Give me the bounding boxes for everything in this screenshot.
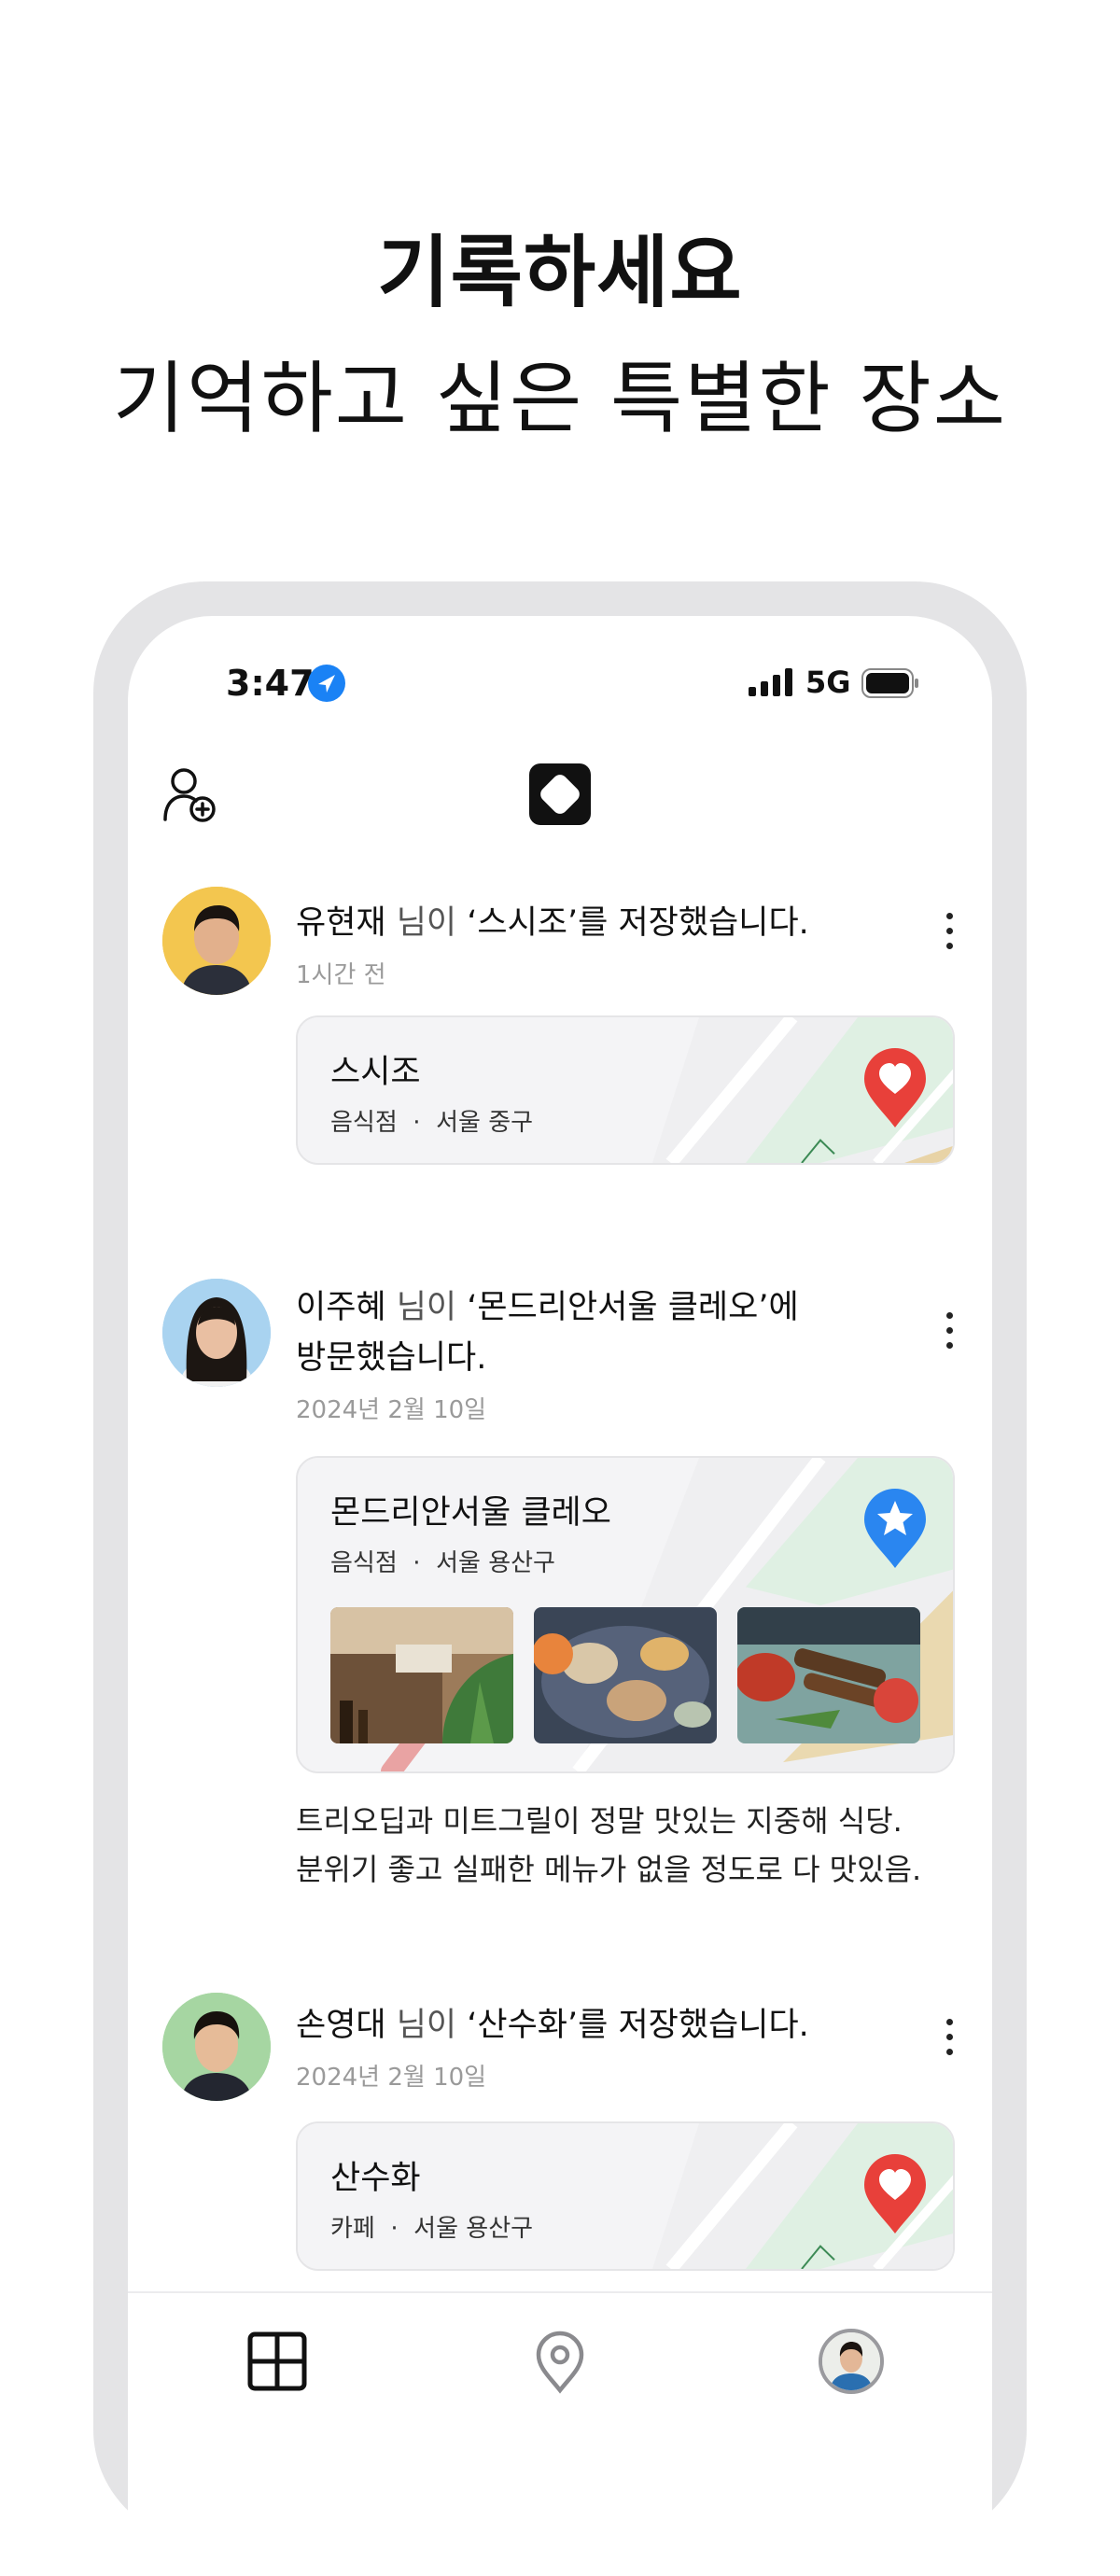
place-name: 몬드리안서울 클레오 (330, 1494, 611, 1532)
feed-grid-icon[interactable] (245, 2329, 310, 2394)
heart-pin-icon (864, 1048, 926, 1127)
battery-icon (861, 668, 918, 698)
signal-icon (749, 668, 792, 696)
add-friend-icon[interactable] (161, 765, 217, 823)
more-options-icon[interactable] (931, 2019, 968, 2075)
seafood-platter-photo[interactable] (534, 1607, 717, 1743)
user-name[interactable]: 손영대 (296, 2007, 386, 2044)
user-name[interactable]: 유현재 (296, 904, 386, 942)
place-link[interactable]: ‘몬드리안서울 클레오’ (467, 1289, 768, 1326)
activity-text: 손영대 님이 ‘산수화’를 저장했습니다. 2024년 2월 10일 (296, 2000, 856, 2093)
network-label: 5G (805, 665, 851, 700)
timestamp: 1시간 전 (296, 961, 386, 989)
activity-text: 유현재 님이 ‘스시조’를 저장했습니다. 1시간 전 (296, 898, 856, 990)
place-meta: 음식점 · 서울 중구 (330, 1109, 534, 1137)
bottom-tab-bar (128, 2291, 992, 2576)
place-card[interactable]: 몬드리안서울 클레오 음식점 · 서울 용산구 (296, 1456, 955, 1773)
hero-subtitle: 기억하고 싶은 특별한 장소 (112, 353, 1008, 444)
app-logo (529, 763, 591, 825)
avatar[interactable] (162, 1993, 271, 2101)
place-link[interactable]: ‘스시조’ (467, 904, 578, 942)
map-pin-icon[interactable] (527, 2329, 593, 2394)
place-meta: 음식점 · 서울 용산구 (330, 1549, 555, 1577)
timestamp: 2024년 2월 10일 (296, 2064, 487, 2092)
place-meta: 카페 · 서울 용산구 (330, 2215, 534, 2243)
phone-screen: 3:47 5G 유현재 님이 ‘스시조’를 저장했습니다. 1시간 전 스시조 … (128, 616, 992, 2576)
location-arrow-icon (308, 665, 345, 702)
heart-pin-icon (864, 2154, 926, 2233)
feed-item: 이주혜 님이 ‘몬드리안서울 클레오’에 방문했습니다. 2024년 2월 10… (128, 1279, 992, 1923)
place-name: 스시조 (330, 1054, 421, 1091)
place-card[interactable]: 산수화 카페 · 서울 용산구 (296, 2121, 955, 2271)
profile-avatar[interactable] (819, 2329, 884, 2394)
avatar[interactable] (162, 1279, 271, 1387)
avatar[interactable] (162, 887, 271, 995)
app-header (128, 756, 992, 840)
restaurant-interior-photo[interactable] (330, 1607, 513, 1743)
star-pin-icon (864, 1489, 926, 1568)
status-bar: 3:47 5G (128, 663, 992, 719)
hero-title: 기록하세요 (377, 227, 743, 318)
more-options-icon[interactable] (931, 1312, 968, 1368)
photo-strip (330, 1607, 937, 1747)
place-name: 산수화 (330, 2160, 421, 2197)
timestamp: 2024년 2월 10일 (296, 1396, 487, 1424)
place-card[interactable]: 스시조 음식점 · 서울 중구 (296, 1015, 955, 1165)
more-options-icon[interactable] (931, 913, 968, 969)
feed-item: 손영대 님이 ‘산수화’를 저장했습니다. 2024년 2월 10일 산수화 카… (128, 1993, 992, 2291)
activity-text: 이주혜 님이 ‘몬드리안서울 클레오’에 방문했습니다. 2024년 2월 10… (296, 1282, 856, 1425)
status-time: 3:47 (226, 663, 315, 704)
feed-item: 유현재 님이 ‘스시조’를 저장했습니다. 1시간 전 스시조 음식점 · 서울… (128, 887, 992, 1167)
user-name[interactable]: 이주혜 (296, 1289, 386, 1326)
grilled-meat-platter-photo[interactable] (737, 1607, 920, 1743)
place-link[interactable]: ‘산수화’ (467, 2007, 578, 2044)
review-comment: 트리오딥과 미트그릴이 정말 맛있는 지중해 식당. 분위기 좋고 실패한 메뉴… (296, 1803, 922, 1887)
